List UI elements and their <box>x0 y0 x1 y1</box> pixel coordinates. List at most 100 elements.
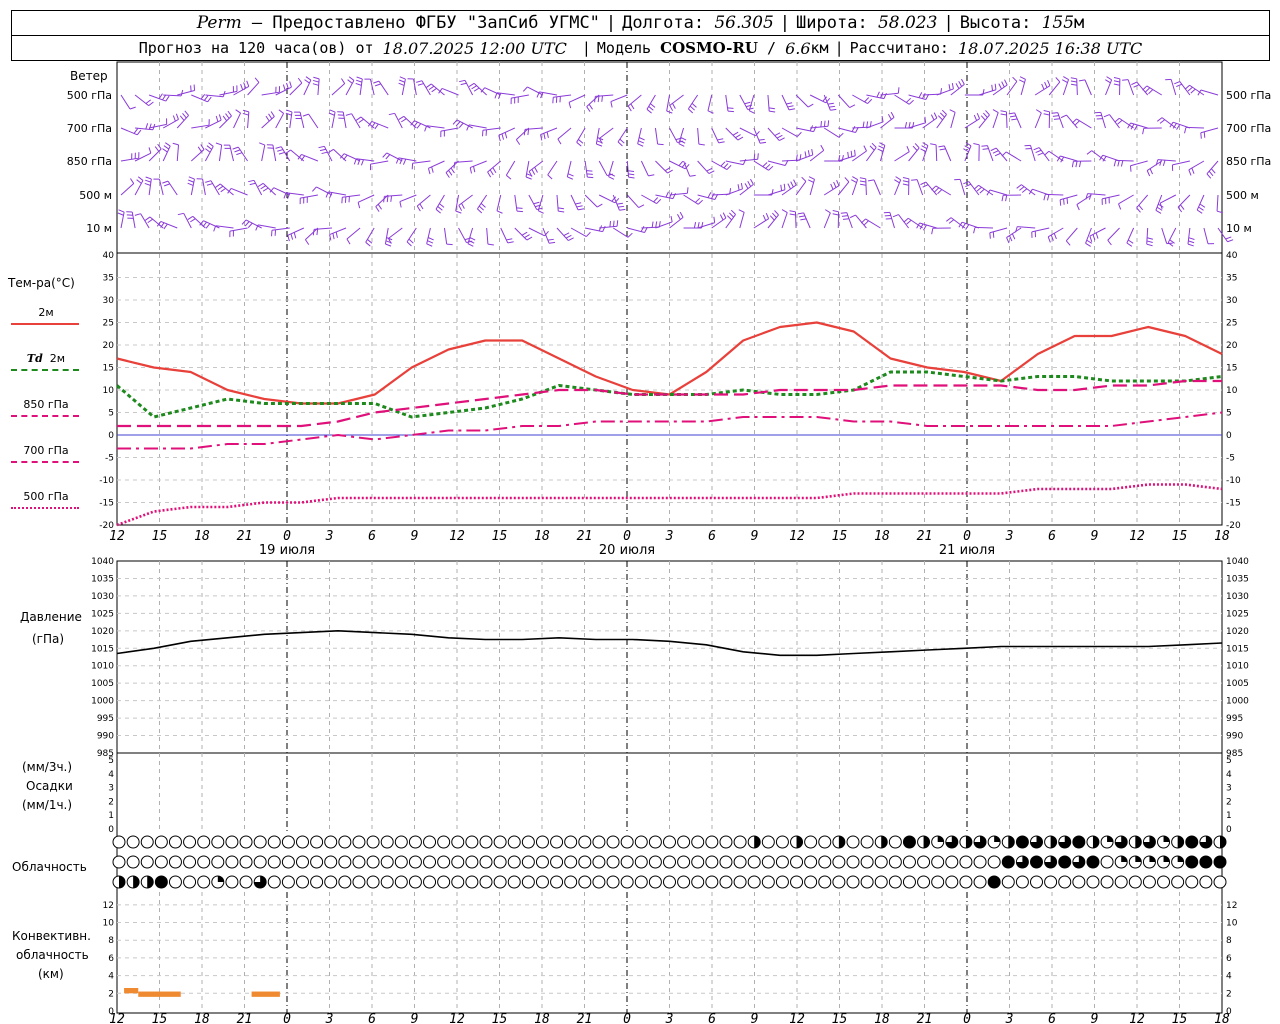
wind-barb-feather <box>859 180 866 183</box>
wind-barb-feather <box>144 182 151 186</box>
wind-barb-feather <box>162 148 168 153</box>
cloud-circle <box>874 875 888 889</box>
wind-barb-feather <box>601 95 603 102</box>
wind-barb-icon <box>837 94 856 109</box>
hour-tick-mid: 18 <box>874 529 890 544</box>
cloud-symbol-icon <box>267 875 281 889</box>
cloud-symbol-icon <box>1058 875 1072 889</box>
wind-barb-feather <box>134 213 141 216</box>
lat-label: Широта: <box>796 13 868 33</box>
wind-level-10m: 10 м <box>86 222 112 235</box>
wind-barb-shaft <box>470 160 487 169</box>
wind-barb-feather <box>948 219 955 224</box>
wind-barb-feather <box>1005 195 1008 202</box>
wind-barb-feather <box>427 168 431 175</box>
cloud-symbol-icon <box>366 875 380 889</box>
wind-barb-icon <box>388 112 403 129</box>
pres-tick-left: 1035 <box>91 574 114 584</box>
wind-barb-feather <box>136 129 142 136</box>
wind-barb-feather <box>938 145 945 148</box>
station-name: Perm <box>196 13 242 33</box>
wind-barb-feather <box>786 102 793 105</box>
wind-barb-feather <box>698 143 705 146</box>
wind-barb-feather <box>1063 198 1065 205</box>
wind-barb-feather <box>850 150 853 157</box>
wind-barb-feather <box>416 123 422 129</box>
cloud-circle <box>493 835 507 849</box>
hour-tick-mid: 12 <box>109 529 125 544</box>
wind-barb-icon <box>233 80 250 96</box>
wind-barb-feather <box>1063 76 1069 80</box>
wind-barb-feather <box>1105 79 1111 84</box>
cloud-circle <box>352 855 366 869</box>
wind-barb-feather <box>1190 88 1196 94</box>
cloud-circle <box>663 875 676 889</box>
wind-barb-icon <box>1177 194 1191 213</box>
cloud-symbol-icon <box>521 835 535 849</box>
cloud-fill <box>133 876 140 888</box>
cloud-symbol-icon <box>987 835 1001 849</box>
pres-tick-left: 1015 <box>91 644 114 654</box>
wind-barb-feather <box>144 216 151 221</box>
wind-level-500hpa-right: 500 гПа <box>1226 89 1272 102</box>
cloud-fill <box>1149 856 1156 862</box>
wind-barb-icon <box>1006 76 1018 96</box>
wind-barb-feather <box>235 109 241 114</box>
wind-barb-feather <box>1225 236 1232 240</box>
wind-barb-icon <box>398 76 406 96</box>
temp-tick-left: 0 <box>108 431 114 441</box>
wind-barb-feather <box>680 136 687 141</box>
pres-tick-right: 990 <box>1226 732 1243 742</box>
wind-barb-icon <box>341 194 361 204</box>
wind-barb-feather <box>563 232 570 236</box>
hour-tick-bottom: 15 <box>492 1012 508 1024</box>
wind-barb-icon <box>331 78 346 96</box>
wind-barb-icon <box>438 87 459 96</box>
cloud-circle <box>493 855 507 869</box>
wind-barb-shaft <box>162 118 179 129</box>
wind-barb-icon <box>1196 194 1206 214</box>
cloud-circle <box>1001 855 1015 869</box>
hour-tick-bottom: 9 <box>1091 1012 1099 1024</box>
wind-barb-feather <box>461 203 465 209</box>
wind-barb-feather <box>1070 83 1078 86</box>
wind-barb-feather <box>904 122 908 129</box>
wind-barb-icon <box>466 124 487 131</box>
wind-barb-icon <box>232 146 248 162</box>
lon-label: Долгота: <box>622 13 705 33</box>
wind-barb-icon <box>1127 122 1148 131</box>
wind-barb-feather <box>713 216 716 223</box>
wind-barb-icon <box>452 119 473 129</box>
cloud-circle <box>380 875 394 889</box>
wind-barb-feather <box>147 218 153 224</box>
wind-barb-feather <box>711 193 715 199</box>
cloud-symbol-icon <box>1030 875 1043 889</box>
wind-barb-icon <box>223 144 234 162</box>
wind-barb-shaft <box>584 160 588 178</box>
wind-barb-icon <box>259 142 266 162</box>
temp-tick-right: -5 <box>1226 454 1235 464</box>
pressure-unit: (гПа) <box>32 632 65 646</box>
hour-tick-mid: 21 <box>577 529 593 544</box>
cloud-symbol-icon <box>507 855 521 869</box>
wind-barb-icon <box>247 77 260 96</box>
cloud-circle <box>959 855 973 869</box>
wind-barb-feather <box>477 208 483 214</box>
wind-barb-feather <box>332 233 335 240</box>
wind-barb-feather <box>525 176 532 180</box>
cloud-circle <box>874 855 888 869</box>
meteogram-chart: -20 -20-15 -15-10 -10-5 -50 05 510 1015 1520 2025… <box>91 61 1249 1024</box>
cloud-fill <box>965 836 972 848</box>
wind-barb-shaft <box>331 83 346 96</box>
wind-barb-feather <box>707 192 712 198</box>
cloud-symbol-icon <box>253 835 267 849</box>
legend-2m: 2м <box>38 306 54 319</box>
wind-barb-shaft <box>794 211 797 229</box>
wind-barb-feather <box>851 126 856 132</box>
wind-barb-icon <box>781 127 802 138</box>
cloud-symbol-icon <box>550 855 564 869</box>
wind-barb-shaft <box>416 194 431 207</box>
wind-barb-icon <box>617 127 628 147</box>
wind-barb-feather <box>992 231 995 238</box>
prec-tick-left: 5 <box>108 756 114 766</box>
